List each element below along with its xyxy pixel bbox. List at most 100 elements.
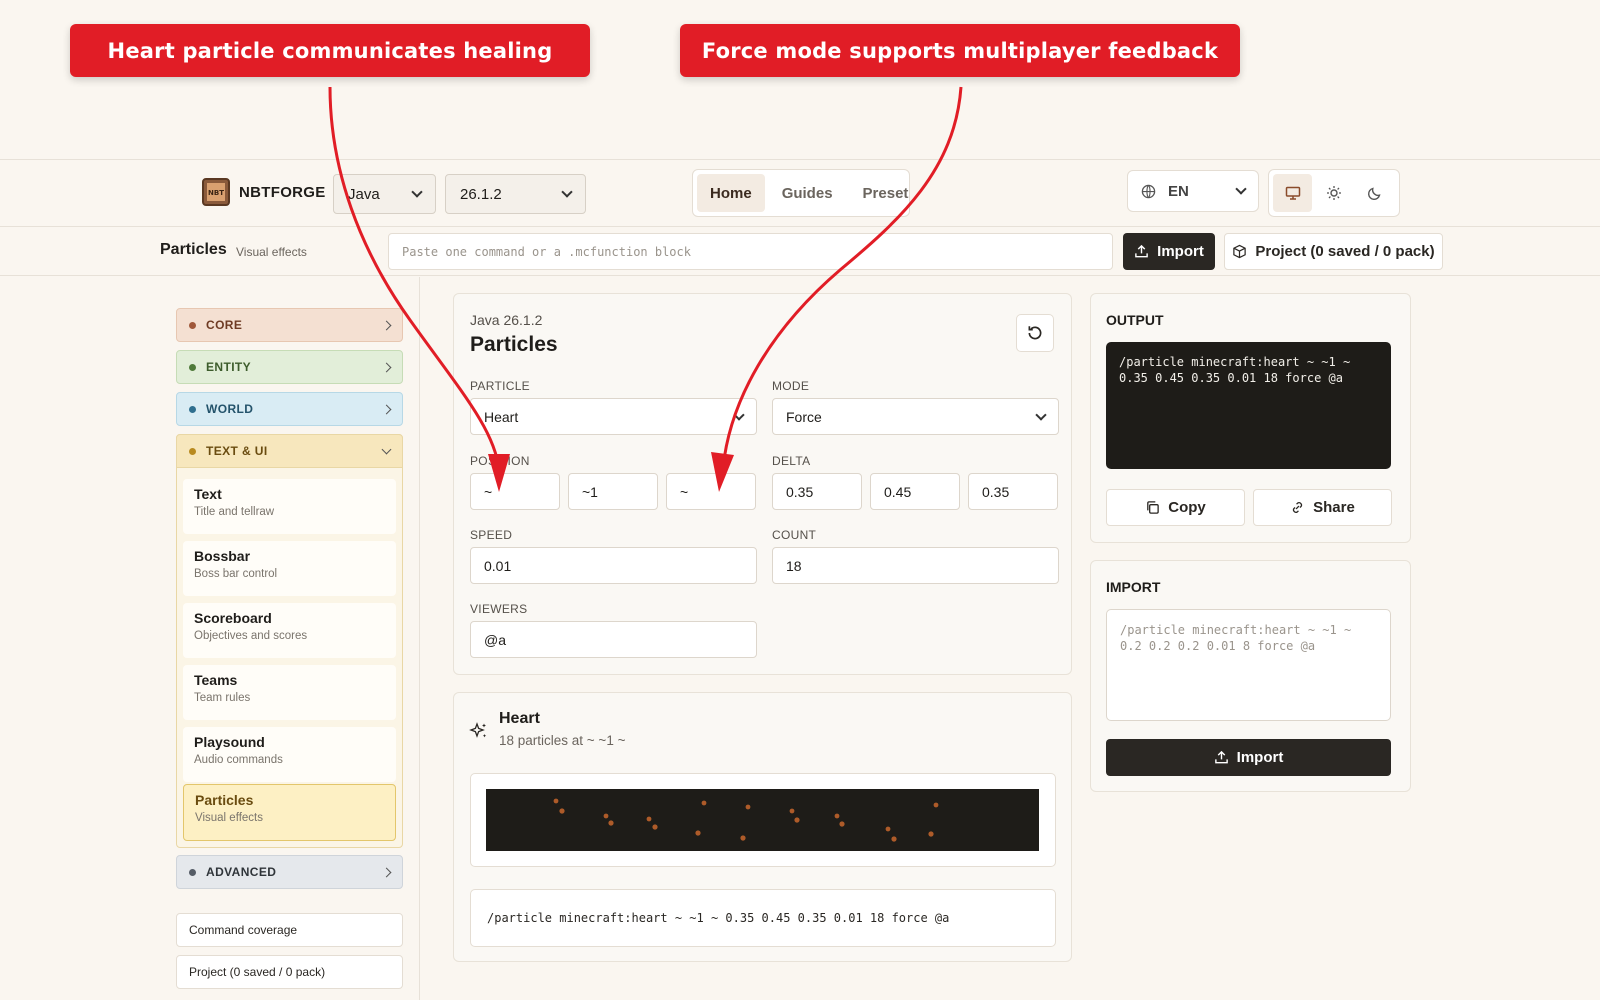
project-button-label: Project (0 saved / 0 pack) [1255,243,1435,260]
reset-icon [1028,326,1042,340]
category-label: CORE [206,318,243,332]
sidebar-item-title: Text [194,486,222,502]
monitor-icon [1285,186,1300,200]
annotation-callout-force: Force mode supports multiplayer feedback [680,24,1240,77]
brand[interactable]: NBT NBTFORGE [202,178,326,206]
chevron-right-icon [381,362,392,372]
sidebar-item-subtitle: Team rules [194,692,251,704]
sidebar-item-title: Teams [194,672,238,688]
chevron-right-icon [381,404,392,414]
sidebar-item-particles[interactable]: Particles Visual effects [183,784,396,841]
chevron-down-icon [561,186,573,198]
theme-light-button[interactable] [1314,174,1353,212]
sidebar-item-title: Particles [195,792,254,808]
category-dot [189,321,196,329]
import-button-label: Import [1157,243,1204,260]
edition-select[interactable]: Java [333,174,436,214]
share-button[interactable]: Share [1253,489,1392,526]
paste-command-input[interactable]: Paste one command or a .mcfunction block [388,233,1113,270]
main-nav: Home Guides Preset [692,169,910,217]
sidebar-item-text[interactable]: Text Title and tellraw [183,479,396,534]
viewers-input[interactable]: @a [470,621,757,658]
page-title: Particles [160,241,227,258]
position-z-input[interactable]: ~ [666,473,756,510]
position-label: POSITION [470,454,530,468]
sparkles-icon [469,722,487,738]
import-textarea[interactable]: /particle minecraft:heart ~ ~1 ~ 0.2 0.2… [1106,609,1391,721]
nav-guides[interactable]: Guides [769,174,846,212]
import-label: IMPORT [1106,579,1161,595]
edition-value: Java [348,185,380,203]
chevron-down-icon [1035,408,1047,421]
category-text-ui[interactable]: TEXT & UI [176,434,403,468]
sidebar-item-title: Scoreboard [194,610,272,626]
version-value: 26.1.2 [460,185,502,203]
category-dot [189,868,196,876]
preview-subtitle: 18 particles at ~ ~1 ~ [499,733,626,748]
category-core[interactable]: CORE [176,308,403,342]
speed-input[interactable]: 0.01 [470,547,757,584]
preview-title: Heart [499,710,540,727]
link-icon [1293,502,1303,513]
project-button[interactable]: Project (0 saved / 0 pack) [1224,233,1443,270]
upload-icon [1135,244,1148,258]
category-advanced[interactable]: ADVANCED [176,855,403,889]
delta-z-input[interactable]: 0.35 [968,473,1058,510]
command-coverage-link[interactable]: Command coverage [176,913,403,947]
output-command[interactable]: /particle minecraft:heart ~ ~1 ~ 0.35 0.… [1106,342,1391,469]
moon-icon [1368,187,1381,201]
nav-home[interactable]: Home [697,174,765,212]
nav-preset[interactable]: Preset [850,174,922,212]
count-label: COUNT [772,528,817,542]
sidebar-item-playsound[interactable]: Playsound Audio commands [183,727,396,782]
reset-button[interactable] [1016,314,1054,352]
annotation-callout-heart: Heart particle communicates healing [70,24,590,77]
mode-select[interactable]: Force [772,398,1059,435]
sidebar-item-subtitle: Title and tellraw [194,506,275,518]
particle-select[interactable]: Heart [470,398,757,435]
logo-icon: NBT [202,178,230,206]
copy-button[interactable]: Copy [1106,489,1245,526]
package-icon [1233,244,1247,259]
form-title: Particles [470,333,558,356]
category-label: TEXT & UI [206,444,268,458]
particle-label: PARTICLE [470,379,530,393]
form-context: Java 26.1.2 [470,312,543,328]
sidebar-item-bossbar[interactable]: Bossbar Boss bar control [183,541,396,596]
category-dot [189,447,196,455]
sidebar-item-scoreboard[interactable]: Scoreboard Objectives and scores [183,603,396,658]
sidebar-item-subtitle: Objectives and scores [194,630,308,642]
chevron-right-icon [381,320,392,330]
output-label: OUTPUT [1106,312,1164,328]
sidebar-item-title: Bossbar [194,548,251,564]
category-entity[interactable]: ENTITY [176,350,403,384]
version-select[interactable]: 26.1.2 [445,174,586,214]
sun-icon [1326,186,1341,200]
sidebar-item-teams[interactable]: Teams Team rules [183,665,396,720]
sidebar-item-title: Playsound [194,734,265,750]
particle-preview-canvas [486,789,1039,851]
position-x-input[interactable]: ~ [470,473,560,510]
particle-value: Heart [484,408,519,425]
globe-icon [1141,184,1156,198]
import-button[interactable]: Import [1123,233,1215,270]
delta-x-input[interactable]: 0.35 [772,473,862,510]
category-dot [189,405,196,413]
chevron-down-icon [381,444,392,454]
theme-dark-button[interactable] [1356,174,1395,212]
category-label: ADVANCED [206,865,277,879]
sidebar-item-subtitle: Audio commands [194,754,283,766]
particle-dots [553,798,939,842]
category-dot [189,363,196,371]
language-select[interactable]: EN [1127,170,1259,212]
upload-icon [1214,750,1228,764]
delta-y-input[interactable]: 0.45 [870,473,960,510]
chevron-down-icon [1235,183,1247,195]
theme-system-button[interactable] [1273,174,1313,212]
import-submit-button[interactable]: Import [1106,739,1391,776]
position-y-input[interactable]: ~1 [568,473,658,510]
count-input[interactable]: 18 [772,547,1059,584]
project-link[interactable]: Project (0 saved / 0 pack) [176,955,403,989]
speed-label: SPEED [470,528,513,542]
category-world[interactable]: WORLD [176,392,403,426]
